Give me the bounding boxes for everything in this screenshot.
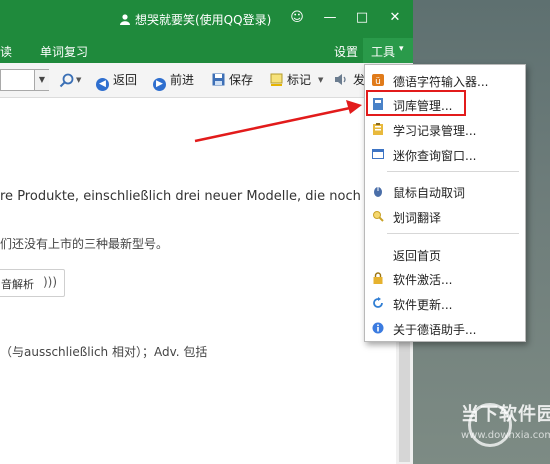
info-icon xyxy=(372,322,384,334)
annotation-arrow-icon xyxy=(194,100,362,143)
umlaut-icon: ü xyxy=(372,74,384,86)
chevron-down-icon[interactable]: ▼ xyxy=(76,76,81,84)
lock-icon xyxy=(373,272,383,284)
chevron-down-icon: ▾ xyxy=(399,44,404,54)
sound-wave-icon: ))) xyxy=(43,275,58,289)
window-title-text: 想哭就要笑(使用QQ登录) xyxy=(135,13,272,27)
menu-item-label: 德语字符输入器... xyxy=(393,75,489,89)
highlighter-icon xyxy=(270,73,283,86)
menu-item-mouse-capture[interactable]: 鼠标自动取词 xyxy=(365,179,525,203)
window-icon xyxy=(372,149,384,159)
magnifier-icon xyxy=(373,211,384,222)
menu-item-mini-query[interactable]: 迷你查询窗口... xyxy=(365,142,525,166)
forward-arrow-icon: ▶ xyxy=(153,78,166,91)
menu-item-label: 软件更新... xyxy=(393,298,453,312)
menu-tools[interactable]: 工具 ▾ xyxy=(363,38,413,63)
menu-item-study-record[interactable]: 学习记录管理... xyxy=(365,117,525,141)
search-combo[interactable]: ▼ xyxy=(0,69,49,91)
pronunciation-analysis-label: 音解析 xyxy=(1,278,34,291)
menu-item-label: 软件激活... xyxy=(393,273,453,287)
watermark-name: 当下软件园 xyxy=(461,404,550,425)
menu-read[interactable]: 读 xyxy=(0,43,12,60)
skin-button[interactable]: ☺ xyxy=(287,8,307,28)
menu-item-label: 学习记录管理... xyxy=(393,124,477,138)
menu-settings[interactable]: 设置 xyxy=(334,43,358,60)
menu-separator xyxy=(387,233,519,234)
menu-item-label: 划词翻译 xyxy=(393,211,442,225)
chevron-down-icon[interactable]: ▼ xyxy=(318,76,323,84)
floppy-icon xyxy=(212,73,225,86)
back-button[interactable]: ◀ 返回 xyxy=(96,71,137,91)
maximize-button[interactable]: □ xyxy=(352,8,372,28)
watermark-url: www.downxia.com xyxy=(461,430,550,441)
window-title: 想哭就要笑(使用QQ登录) xyxy=(120,11,271,28)
usage-note: （与ausschließlich 相对）；Adv. 包括 xyxy=(0,345,208,359)
mark-button[interactable]: 标记 xyxy=(270,71,311,88)
mark-label: 标记 xyxy=(287,73,312,87)
menu-item-select-translate[interactable]: 划词翻译 xyxy=(365,204,525,228)
menu-item-german-char-input[interactable]: ü 德语字符输入器... xyxy=(365,68,525,92)
menu-item-label: 鼠标自动取词 xyxy=(393,186,466,200)
example-sentence-zh: 们还没有上市的三种最新型号。 xyxy=(0,237,169,251)
speaker-icon xyxy=(335,74,346,85)
save-button[interactable]: 保存 xyxy=(212,71,253,88)
minimize-button[interactable]: — xyxy=(320,8,340,28)
mouse-icon xyxy=(374,187,382,197)
clipboard-icon xyxy=(373,123,383,135)
menu-item-label: 返回首页 xyxy=(393,249,442,263)
menu-word-review[interactable]: 单词复习 xyxy=(40,43,88,60)
menu-bar: 读 单词复习 设置 工具 ▾ xyxy=(0,38,413,63)
chevron-down-icon[interactable]: ▼ xyxy=(34,70,49,90)
toolbar: ▼ ▼ ◀ 返回 ▶ 前进 保存 标记 ▼ 发 xyxy=(0,63,413,98)
example-sentence-de: re Produkte, einschließlich drei neuer M… xyxy=(0,189,398,204)
menu-tools-label: 工具 xyxy=(371,45,396,59)
forward-button[interactable]: ▶ 前进 xyxy=(153,71,194,91)
back-arrow-icon: ◀ xyxy=(96,78,109,91)
refresh-icon xyxy=(373,297,383,308)
menu-item-label: 关于德语助手... xyxy=(393,323,477,337)
menu-item-activate[interactable]: 软件激活... xyxy=(365,266,525,290)
save-label: 保存 xyxy=(229,73,254,87)
menu-separator xyxy=(387,171,519,172)
menu-item-label: 迷你查询窗口... xyxy=(393,149,477,163)
pronunciation-analysis-button[interactable]: 音解析 ))) xyxy=(0,269,65,297)
content-area: re Produkte, einschließlich drei neuer M… xyxy=(0,98,413,464)
back-label: 返回 xyxy=(113,73,138,87)
speak-button[interactable]: 发 xyxy=(334,71,365,88)
menu-item-update[interactable]: 软件更新... xyxy=(365,291,525,315)
svg-text:ü: ü xyxy=(375,77,381,86)
close-button[interactable]: ✕ xyxy=(385,8,405,28)
search-icon[interactable] xyxy=(59,73,75,89)
annotation-highlight-box xyxy=(366,90,466,116)
menu-item-home[interactable]: 返回首页 xyxy=(365,242,525,266)
forward-label: 前进 xyxy=(170,73,195,87)
user-icon xyxy=(120,14,130,25)
menu-item-about[interactable]: 关于德语助手... xyxy=(365,316,525,340)
title-bar: 想哭就要笑(使用QQ登录) ☺ — □ ✕ xyxy=(0,0,413,38)
